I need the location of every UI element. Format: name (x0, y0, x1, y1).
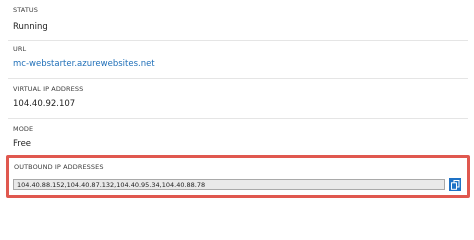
virtual-ip-label: VIRTUAL IP ADDRESS (13, 85, 84, 93)
copy-button[interactable] (449, 178, 461, 191)
web-app-properties-panel: STATUS Running URL mc-webstarter.azurewe… (0, 0, 474, 200)
divider (8, 78, 468, 79)
divider (8, 40, 468, 41)
status-value: Running (13, 22, 48, 32)
mode-label: MODE (13, 125, 34, 133)
outbound-ip-field[interactable] (13, 179, 445, 190)
url-value: mc-webstarter.azurewebsites.net (13, 59, 155, 69)
copy-icon (450, 179, 459, 190)
virtual-ip-value: 104.40.92.107 (13, 99, 76, 109)
divider (8, 118, 468, 119)
url-link[interactable]: mc-webstarter.azurewebsites.net (13, 59, 155, 69)
mode-value: Free (13, 139, 32, 149)
outbound-ip-highlight (6, 155, 470, 198)
url-label: URL (13, 45, 27, 53)
status-label: STATUS (13, 6, 38, 14)
outbound-ip-label: OUTBOUND IP ADDRESSES (14, 163, 104, 171)
